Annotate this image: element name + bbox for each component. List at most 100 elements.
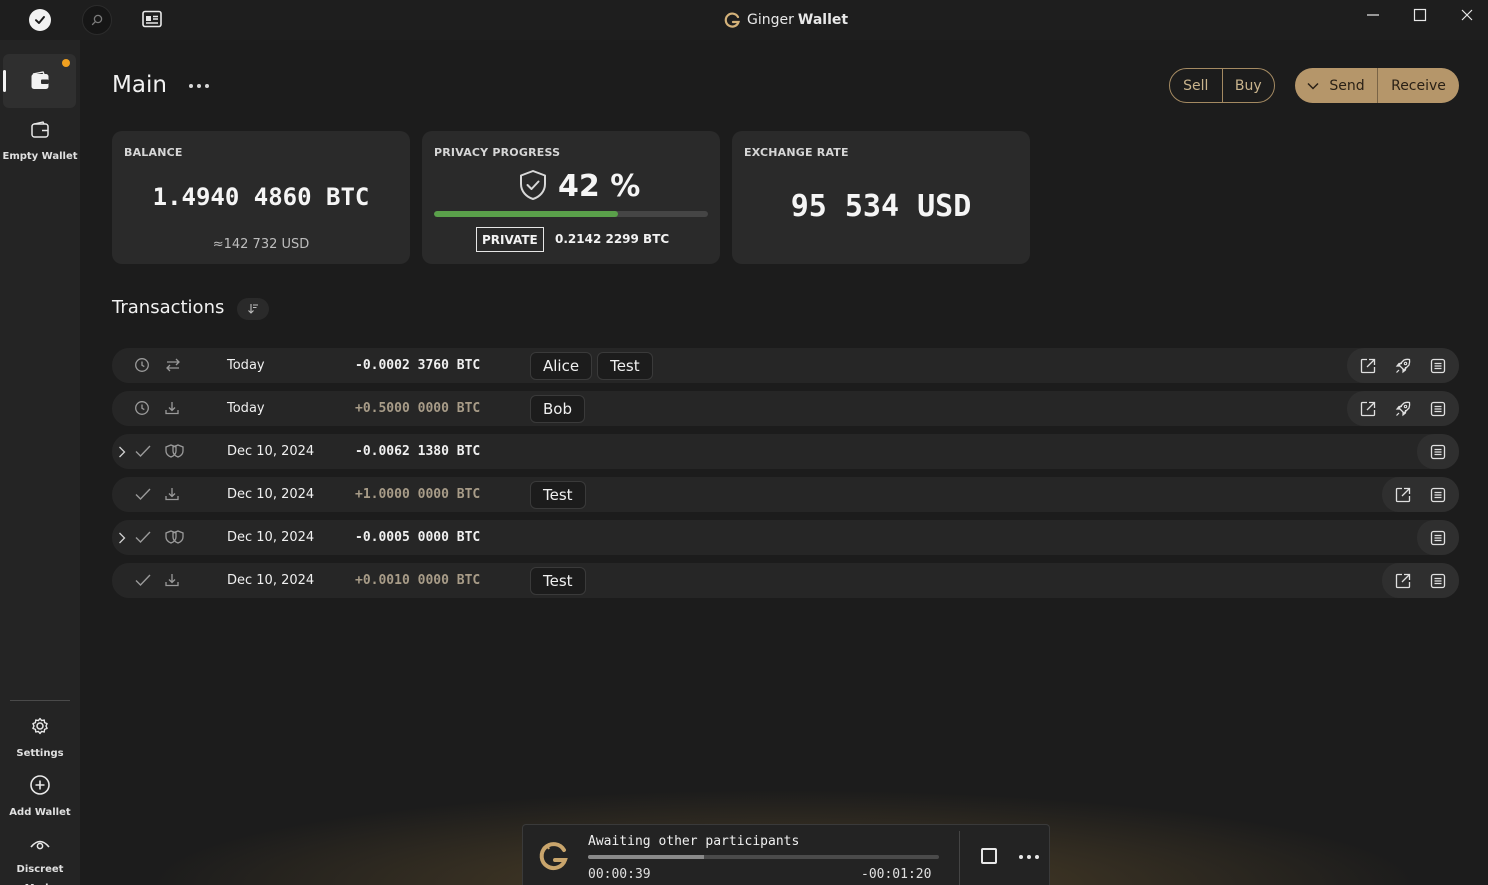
transaction-amount: +0.5000 0000 BTC	[355, 401, 481, 416]
notification-dot	[62, 59, 70, 67]
private-badge: PRIVATE	[476, 227, 544, 252]
details-icon[interactable]	[1426, 526, 1450, 550]
details-icon[interactable]	[1426, 569, 1450, 593]
wallet-icon	[31, 71, 49, 89]
speedup-icon[interactable]	[1391, 397, 1415, 421]
sidebar-item-add-wallet[interactable]: Add Wallet	[0, 774, 80, 819]
download-icon	[164, 572, 180, 592]
search-icon[interactable]	[82, 5, 112, 35]
send-receive-group: Send Receive	[1295, 68, 1459, 103]
open-external-icon[interactable]	[1356, 397, 1380, 421]
chevron-down-icon[interactable]	[1307, 82, 1319, 90]
more-options-icon[interactable]	[189, 84, 213, 88]
sort-button[interactable]	[237, 298, 269, 320]
transaction-date: Dec 10, 2024	[227, 573, 315, 588]
transaction-row[interactable]: Dec 10, 2024 +0.0010 0000 BTC Test	[112, 563, 1459, 598]
buy-button[interactable]: Buy	[1223, 69, 1275, 102]
transaction-labels: Bob	[530, 395, 585, 423]
transaction-date: Today	[227, 358, 265, 373]
sell-button[interactable]: Sell	[1170, 69, 1222, 102]
ginger-logo-icon	[724, 12, 740, 28]
tile-label: EXCHANGE RATE	[744, 146, 849, 159]
transaction-row[interactable]: Today -0.0002 3760 BTC Alice Test	[112, 348, 1459, 383]
details-icon[interactable]	[1426, 397, 1450, 421]
download-icon	[164, 486, 180, 506]
chevron-right-icon[interactable]	[118, 530, 126, 549]
maximize-icon[interactable]	[1407, 6, 1433, 24]
balance-btc: 1.4940 4860 BTC	[152, 183, 370, 211]
clock-icon	[134, 357, 150, 377]
sidebar-item-settings[interactable]: Settings	[0, 715, 80, 760]
transaction-row[interactable]: Today +0.5000 0000 BTC Bob	[112, 391, 1459, 426]
transaction-amount: -0.0002 3760 BTC	[355, 358, 481, 373]
private-amount: 0.2142 2299 BTC	[555, 232, 670, 246]
coinjoin-elapsed-time: 00:00:39	[588, 867, 651, 882]
send-button[interactable]: Send	[1295, 68, 1377, 103]
transaction-row[interactable]: Dec 10, 2024 +1.0000 0000 BTC Test	[112, 477, 1459, 512]
label-tag: Test	[530, 567, 586, 595]
close-icon[interactable]	[1454, 6, 1480, 24]
details-icon[interactable]	[1426, 483, 1450, 507]
coinjoin-remaining-time: -00:01:20	[861, 867, 932, 882]
receive-button[interactable]: Receive	[1378, 68, 1459, 103]
sort-icon	[248, 304, 258, 314]
privacy-percent: 42 %	[558, 169, 641, 204]
sidebar-divider	[10, 700, 70, 701]
check-icon	[134, 572, 152, 592]
app-title: Ginger Wallet	[724, 10, 848, 30]
speedup-icon[interactable]	[1391, 354, 1415, 378]
eye-icon	[30, 840, 50, 850]
transaction-date: Dec 10, 2024	[227, 530, 315, 545]
wallet-icon	[31, 121, 49, 138]
news-icon[interactable]	[142, 10, 162, 32]
coinjoin-shields-icon	[164, 443, 186, 463]
label-tag: Bob	[530, 395, 585, 423]
transaction-labels: Test	[530, 481, 586, 509]
transaction-actions	[1417, 520, 1459, 555]
transaction-labels: Test	[530, 567, 586, 595]
transaction-amount: -0.0062 1380 BTC	[355, 444, 481, 459]
transaction-date: Dec 10, 2024	[227, 487, 315, 502]
coinjoin-status-text: Awaiting other participants	[588, 834, 800, 849]
privacy-tile: PRIVACY PROGRESS 42 % PRIVATE 0.2142 229…	[422, 131, 720, 264]
chevron-right-icon[interactable]	[118, 444, 126, 463]
label-tag: Test	[597, 352, 653, 380]
transaction-actions	[1417, 434, 1459, 469]
transaction-actions	[1382, 477, 1459, 512]
privacy-progress-bar	[434, 211, 708, 217]
check-icon	[134, 529, 152, 549]
minimize-icon[interactable]	[1360, 6, 1386, 24]
app-title-light: Ginger	[747, 12, 794, 28]
open-external-icon[interactable]	[1391, 483, 1415, 507]
transaction-date: Dec 10, 2024	[227, 444, 315, 459]
transaction-row[interactable]: Dec 10, 2024 -0.0062 1380 BTC	[112, 434, 1459, 469]
stop-coinjoin-icon[interactable]	[981, 848, 997, 864]
open-external-icon[interactable]	[1356, 354, 1380, 378]
shield-check-icon	[520, 170, 546, 200]
sidebar-item-empty-wallet[interactable]: Empty Wallet	[0, 120, 80, 163]
coinjoin-status-panel: Awaiting other participants 00:00:39 -00…	[522, 824, 1050, 885]
open-external-icon[interactable]	[1391, 569, 1415, 593]
transaction-amount: +1.0000 0000 BTC	[355, 487, 481, 502]
label-tag: Alice	[530, 352, 593, 380]
send-label: Send	[1329, 77, 1365, 94]
transaction-actions	[1347, 348, 1459, 383]
sidebar-item-label: Empty Wallet	[2, 151, 78, 162]
sidebar-item-discreet-mode[interactable]: Discreet Mode	[0, 835, 80, 885]
check-icon	[134, 486, 152, 506]
coinjoin-shields-icon	[164, 529, 186, 549]
coinjoin-progress-bar	[588, 855, 939, 859]
sidebar-item-main-wallet[interactable]	[3, 54, 76, 108]
privacy-progress-fill	[434, 211, 618, 217]
sync-status-icon[interactable]	[29, 9, 51, 31]
transfer-arrows-icon	[164, 357, 182, 377]
transaction-row[interactable]: Dec 10, 2024 -0.0005 0000 BTC	[112, 520, 1459, 555]
coinjoin-more-icon[interactable]	[1019, 855, 1039, 859]
transaction-amount: -0.0005 0000 BTC	[355, 530, 481, 545]
title-bar: Ginger Wallet	[0, 0, 1488, 40]
coinjoin-progress-fill	[588, 855, 704, 859]
details-icon[interactable]	[1426, 440, 1450, 464]
details-icon[interactable]	[1426, 354, 1450, 378]
divider	[959, 831, 960, 885]
tile-label: PRIVACY PROGRESS	[434, 146, 561, 159]
